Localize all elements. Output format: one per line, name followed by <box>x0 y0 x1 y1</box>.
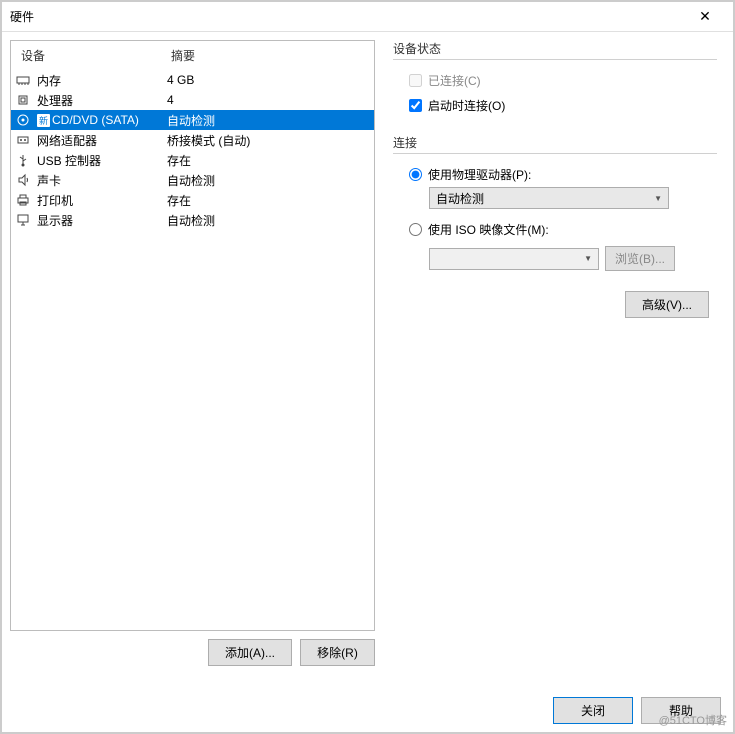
device-row-network[interactable]: 网络适配器 桥接模式 (自动) <box>11 130 374 150</box>
connected-label: 已连接(C) <box>428 72 481 89</box>
device-row-cddvd[interactable]: 新CD/DVD (SATA) 自动检测 <box>11 110 374 130</box>
connection-title: 连接 <box>393 134 717 154</box>
device-summary: 4 <box>167 93 370 107</box>
advanced-button[interactable]: 高级(V)... <box>625 291 709 318</box>
device-name: 声卡 <box>37 172 167 189</box>
device-summary: 自动检测 <box>167 172 370 189</box>
device-row-sound[interactable]: 声卡 自动检测 <box>11 170 374 190</box>
device-row-usb[interactable]: USB 控制器 存在 <box>11 150 374 170</box>
header-device: 设备 <box>21 47 171 64</box>
iso-file-row[interactable]: 使用 ISO 映像文件(M): <box>393 217 717 242</box>
device-name: 处理器 <box>37 92 167 109</box>
printer-icon <box>15 193 31 207</box>
device-name: 内存 <box>37 72 167 89</box>
device-row-printer[interactable]: 打印机 存在 <box>11 190 374 210</box>
iso-file-radio[interactable] <box>409 223 422 236</box>
device-summary: 存在 <box>167 152 370 169</box>
iso-file-label: 使用 ISO 映像文件(M): <box>428 221 549 238</box>
device-summary: 桥接模式 (自动) <box>167 132 370 149</box>
device-summary: 4 GB <box>167 73 370 87</box>
device-row-memory[interactable]: 内存 4 GB <box>11 70 374 90</box>
sound-icon <box>15 173 31 187</box>
device-row-display[interactable]: 显示器 自动检测 <box>11 210 374 230</box>
device-summary: 自动检测 <box>167 112 370 129</box>
close-icon[interactable]: ✕ <box>685 3 725 31</box>
physical-drive-label: 使用物理驱动器(P): <box>428 166 531 183</box>
header-summary: 摘要 <box>171 47 364 64</box>
connected-checkbox-row: 已连接(C) <box>393 68 717 93</box>
connect-poweron-checkbox[interactable] <box>409 99 422 112</box>
cpu-icon <box>15 93 31 107</box>
chevron-down-icon: ▼ <box>654 194 662 203</box>
window-title: 硬件 <box>10 8 34 25</box>
device-summary: 自动检测 <box>167 212 370 229</box>
device-name: 网络适配器 <box>37 132 167 149</box>
cd-icon <box>15 113 31 127</box>
device-list: 设备 摘要 内存 4 GB 处理器 4 新CD/DVD (SATA) 自动检测 <box>10 40 375 631</box>
chevron-down-icon: ▼ <box>584 254 592 263</box>
physical-drive-dropdown[interactable]: 自动检测 ▼ <box>429 187 669 209</box>
close-button[interactable]: 关闭 <box>553 697 633 724</box>
connect-poweron-row[interactable]: 启动时连接(O) <box>393 93 717 118</box>
device-name: 显示器 <box>37 212 167 229</box>
display-icon <box>15 213 31 227</box>
physical-drive-radio[interactable] <box>409 168 422 181</box>
device-summary: 存在 <box>167 192 370 209</box>
add-button[interactable]: 添加(A)... <box>208 639 292 666</box>
connected-checkbox <box>409 74 422 87</box>
connect-poweron-label: 启动时连接(O) <box>428 97 505 114</box>
network-icon <box>15 133 31 147</box>
help-button[interactable]: 帮助 <box>641 697 721 724</box>
browse-button: 浏览(B)... <box>605 246 675 271</box>
new-badge: 新 <box>37 114 50 127</box>
dropdown-value: 自动检测 <box>436 190 484 207</box>
remove-button[interactable]: 移除(R) <box>300 639 375 666</box>
device-row-cpu[interactable]: 处理器 4 <box>11 90 374 110</box>
device-name: 打印机 <box>37 192 167 209</box>
device-status-title: 设备状态 <box>393 40 717 60</box>
usb-icon <box>15 153 31 167</box>
device-name: 新CD/DVD (SATA) <box>37 113 167 127</box>
iso-path-dropdown: ▼ <box>429 248 599 270</box>
device-name: USB 控制器 <box>37 152 167 169</box>
memory-icon <box>15 73 31 87</box>
physical-drive-row[interactable]: 使用物理驱动器(P): <box>393 162 717 187</box>
